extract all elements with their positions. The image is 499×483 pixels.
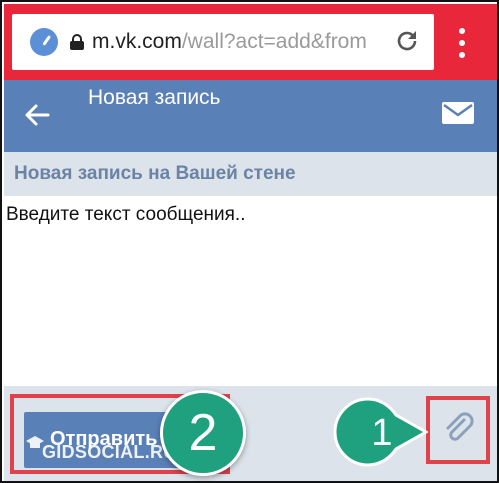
mail-icon[interactable]	[442, 102, 474, 124]
watermark: GIDSOCIAL.RU	[26, 436, 177, 463]
url-path: /wall?act=add&from	[181, 30, 367, 53]
section-header: Новая запись на Вашей стене	[4, 152, 497, 196]
page-title: Новая запись	[88, 86, 221, 109]
browser-menu-icon[interactable]	[458, 28, 466, 58]
watermark-text: GIDSOCIAL.RU	[42, 442, 177, 462]
step-1-badge: 1	[332, 396, 428, 468]
address-bar[interactable]: m.vk.com/wall?act=add&from	[12, 14, 434, 70]
app-header: Новая запись	[4, 80, 497, 152]
site-speed-icon	[30, 28, 58, 56]
reload-icon[interactable]	[394, 28, 420, 54]
browser-toolbar: m.vk.com/wall?act=add&from	[4, 4, 497, 80]
url-text: m.vk.com/wall?act=add&from	[92, 30, 388, 54]
message-textarea[interactable]: Введите текст сообщения..	[4, 196, 497, 386]
paperclip-icon[interactable]	[442, 412, 476, 446]
message-placeholder: Введите текст сообщения..	[6, 204, 246, 225]
section-title: Новая запись на Вашей стене	[14, 163, 296, 184]
graduation-cap-icon	[26, 436, 44, 448]
step-2-badge: 2	[160, 390, 246, 476]
url-host: m.vk.com	[92, 30, 182, 53]
step-2-number: 2	[188, 404, 218, 462]
step-1-number: 1	[371, 412, 393, 454]
back-arrow-icon[interactable]	[22, 100, 52, 130]
screenshot-frame: m.vk.com/wall?act=add&from Новая запись …	[0, 0, 499, 483]
lock-icon	[70, 34, 84, 50]
